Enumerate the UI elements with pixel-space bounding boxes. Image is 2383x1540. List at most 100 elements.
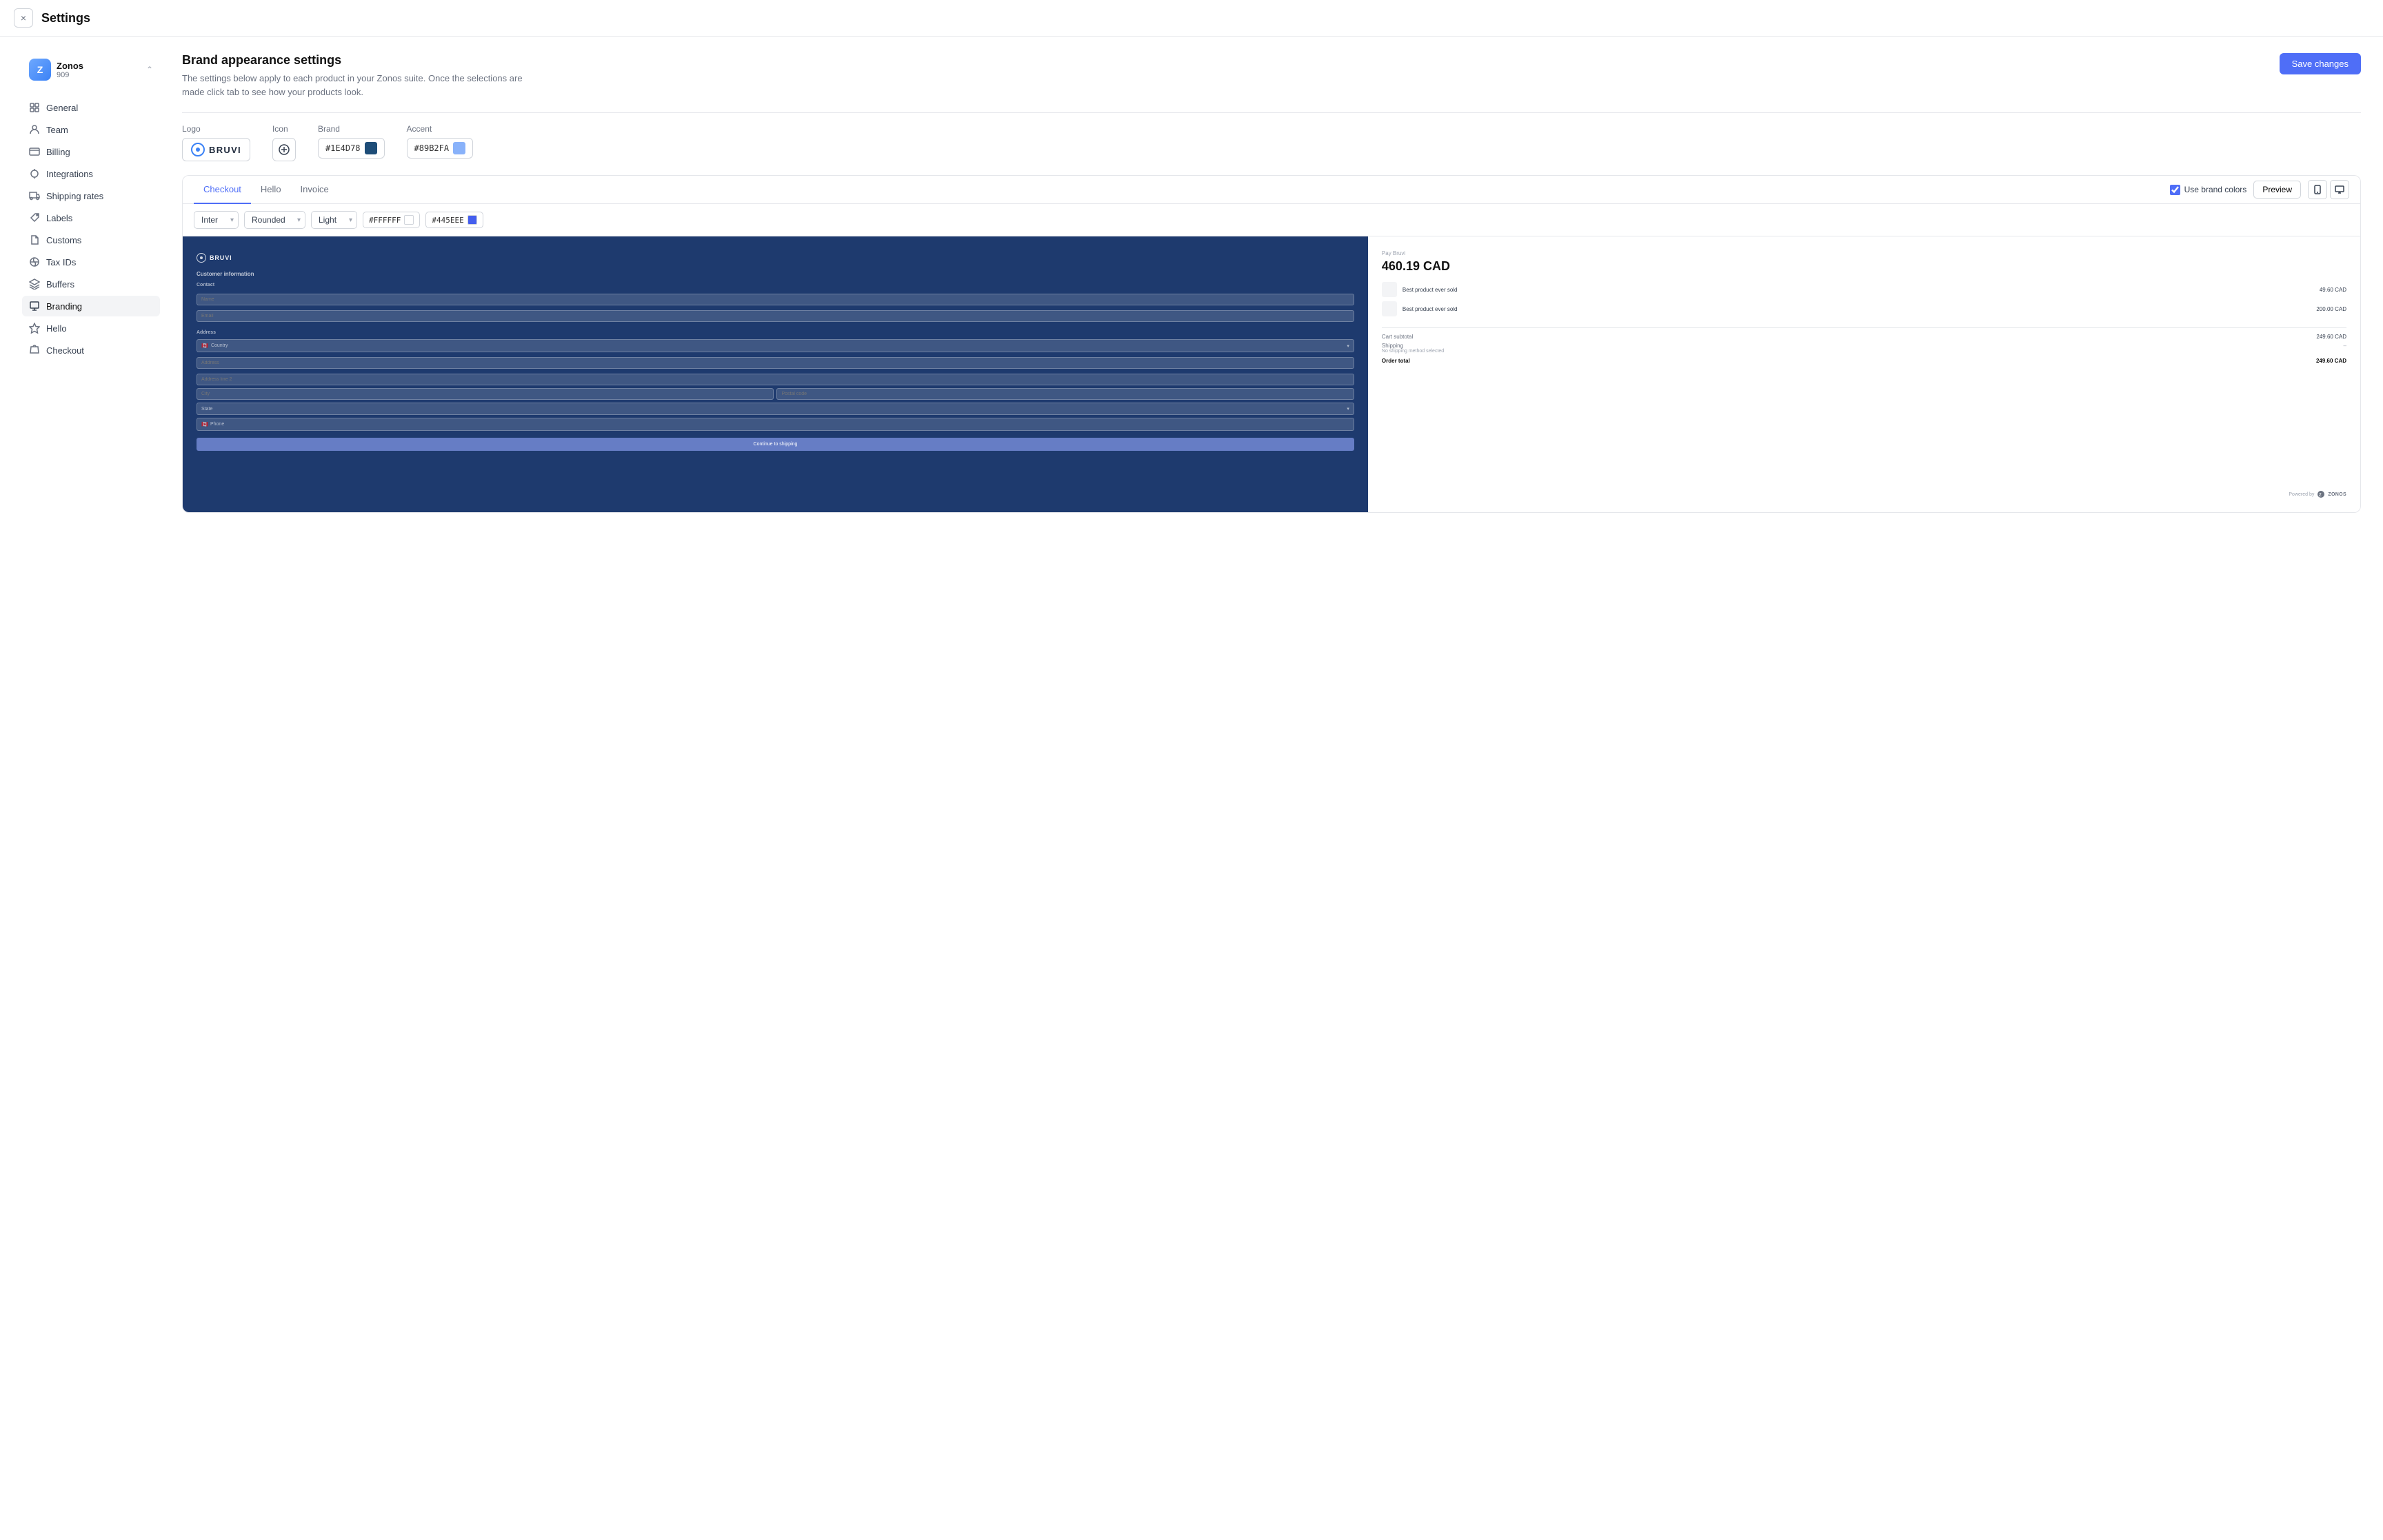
- color2-swatch[interactable]: #445EEE: [425, 212, 483, 228]
- account-section[interactable]: Z Zonos 909 ⌃: [22, 53, 160, 86]
- preview-logo-dot: [200, 256, 203, 259]
- tab-invoice[interactable]: Invoice: [291, 176, 339, 204]
- layers-icon: [29, 278, 40, 290]
- logo-preview[interactable]: BRUVI: [182, 138, 250, 161]
- tabs-bar: Checkout Hello Invoice Use brand colors …: [183, 176, 2360, 204]
- sidebar-item-shipping-rates[interactable]: Shipping rates: [22, 185, 160, 206]
- sidebar-item-checkout[interactable]: Checkout: [22, 340, 160, 361]
- device-icons: [2308, 180, 2349, 199]
- preview-state-select[interactable]: State ▾: [197, 403, 1354, 415]
- order-total-row: Order total 249.60 CAD: [1382, 358, 2346, 364]
- icon-preview[interactable]: [272, 138, 296, 161]
- product-thumbnail-1: [1382, 282, 1397, 297]
- sidebar-item-general[interactable]: General: [22, 97, 160, 118]
- preview-logo-circle: [197, 253, 206, 263]
- use-brand-colors-text: Use brand colors: [2184, 185, 2247, 194]
- app-container: × Settings Z Zonos 909 ⌃ Gene: [0, 0, 2383, 1540]
- sidebar-label: Shipping rates: [46, 191, 103, 201]
- content-description: The settings below apply to each product…: [182, 72, 541, 99]
- product-thumbnail-2: [1382, 301, 1397, 316]
- sidebar-item-integrations[interactable]: Integrations: [22, 163, 160, 184]
- sidebar-item-customs[interactable]: Customs: [22, 230, 160, 250]
- use-brand-colors-checkbox[interactable]: [2170, 185, 2180, 195]
- checkout-form-panel: BRUVI Customer information Contact Addre…: [183, 236, 1368, 512]
- sidebar: Z Zonos 909 ⌃ General: [22, 53, 160, 513]
- totals-section: Cart subtotal 249.60 CAD Shipping No shi…: [1382, 327, 2346, 364]
- cart-subtotal-row: Cart subtotal 249.60 CAD: [1382, 334, 2346, 340]
- sidebar-item-labels[interactable]: Labels: [22, 207, 160, 228]
- tab-hello[interactable]: Hello: [251, 176, 291, 204]
- preview-country-label: 🇨🇦Country: [201, 343, 228, 349]
- preview-phone-row: 🇨🇦 Phone: [197, 418, 1354, 431]
- preview-postal-input[interactable]: [776, 388, 1354, 400]
- sidebar-label: Labels: [46, 213, 72, 223]
- account-id: 909: [57, 71, 146, 79]
- sidebar-item-team[interactable]: Team: [22, 119, 160, 140]
- sidebar-item-tax-ids[interactable]: Tax IDs: [22, 252, 160, 272]
- logo-circle-icon: [191, 143, 205, 156]
- sidebar-label: General: [46, 103, 78, 113]
- tab-checkout[interactable]: Checkout: [194, 176, 251, 204]
- color1-box: [404, 215, 414, 225]
- star-icon: [29, 323, 40, 334]
- shipping-note: No shipping method selected: [1382, 349, 1444, 354]
- brand-color-field: Brand #1E4D78: [318, 124, 385, 159]
- use-brand-colors-label[interactable]: Use brand colors: [2170, 185, 2247, 195]
- preview-address-input[interactable]: [197, 357, 1354, 369]
- brand-label: Brand: [318, 124, 385, 134]
- logo-field: Logo BRUVI: [182, 124, 250, 161]
- shopping-bag-icon: [29, 345, 40, 356]
- sidebar-item-hello[interactable]: Hello: [22, 318, 160, 338]
- sidebar-item-branding[interactable]: Branding: [22, 296, 160, 316]
- font-select[interactable]: Inter: [194, 211, 239, 229]
- preview-button[interactable]: Preview: [2253, 181, 2301, 199]
- brand-fields: Logo BRUVI Icon: [182, 124, 2361, 161]
- divider: [182, 112, 2361, 113]
- preview-address-section: Address 🇨🇦Country ▾: [197, 330, 1354, 451]
- sidebar-label: Customs: [46, 235, 81, 245]
- avatar: Z: [29, 59, 51, 81]
- preview-state-label: State: [201, 407, 212, 412]
- preview-contact-label: Contact: [197, 283, 1354, 287]
- style-select[interactable]: Rounded: [244, 211, 305, 229]
- style-select-wrapper: Rounded ▾: [244, 211, 305, 229]
- checkout-summary-panel: Pay Bruvi 460.19 CAD Best product ever s…: [1368, 236, 2360, 512]
- preview-logo-text: BRUVI: [210, 254, 232, 261]
- preview-continue-btn[interactable]: Continue to shipping: [197, 438, 1354, 451]
- desktop-icon[interactable]: [2330, 180, 2349, 199]
- save-changes-button[interactable]: Save changes: [2280, 53, 2361, 74]
- truck-icon: [29, 190, 40, 201]
- accent-color-value: #89B2FA: [414, 143, 450, 153]
- product-price-1: 49.60 CAD: [2320, 287, 2346, 293]
- close-button[interactable]: ×: [14, 8, 33, 28]
- brand-color-swatch[interactable]: #1E4D78: [318, 138, 385, 159]
- product-name-1: Best product ever sold: [1402, 287, 2314, 293]
- preview-address2-input[interactable]: [197, 374, 1354, 385]
- preview-name-input[interactable]: [197, 294, 1354, 305]
- shipping-row: Shipping No shipping method selected –: [1382, 343, 2346, 354]
- preview-phone-flag: 🇨🇦: [201, 421, 208, 427]
- product-item-1: Best product ever sold 49.60 CAD: [1382, 282, 2346, 297]
- tabs-right: Use brand colors Preview: [2170, 180, 2349, 199]
- sidebar-nav: General Team Billing: [22, 97, 160, 361]
- powered-by: Powered by Z ZONOS: [1382, 490, 2346, 498]
- header: × Settings: [0, 0, 2383, 37]
- preview-country-select[interactable]: 🇨🇦Country ▾: [197, 339, 1354, 352]
- content-title-block: Brand appearance settings The settings b…: [182, 53, 541, 99]
- mobile-icon[interactable]: [2308, 180, 2327, 199]
- theme-select[interactable]: Light: [311, 211, 357, 229]
- sidebar-label: Hello: [46, 323, 67, 334]
- preview-city-input[interactable]: [197, 388, 774, 400]
- credit-card-icon: [29, 146, 40, 157]
- account-name: Zonos: [57, 61, 146, 71]
- preview-email-input[interactable]: [197, 310, 1354, 322]
- preview-country-chevron: ▾: [1347, 343, 1349, 349]
- accent-color-swatch[interactable]: #89B2FA: [407, 138, 474, 159]
- sidebar-label: Buffers: [46, 279, 74, 290]
- color1-swatch[interactable]: #FFFFFF: [363, 212, 420, 228]
- preview-city-postal-row: [197, 388, 1354, 400]
- sidebar-item-billing[interactable]: Billing: [22, 141, 160, 162]
- content-title: Brand appearance settings: [182, 53, 541, 68]
- sidebar-item-buffers[interactable]: Buffers: [22, 274, 160, 294]
- logo-dot: [196, 148, 200, 152]
